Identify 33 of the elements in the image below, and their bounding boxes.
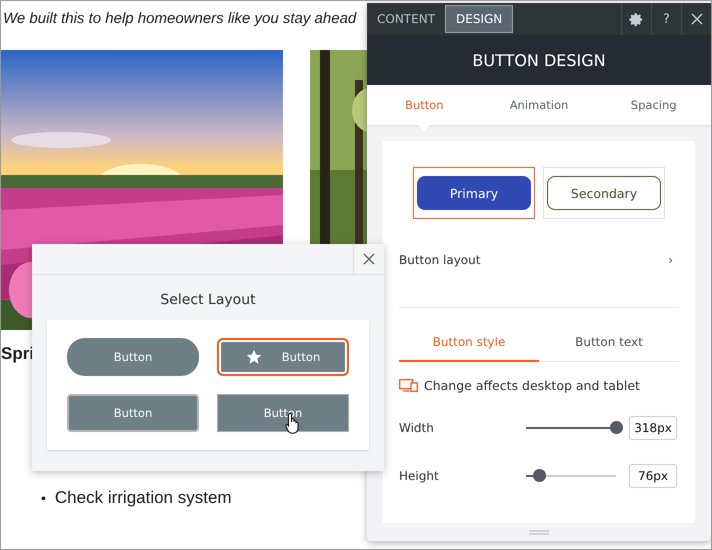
intro-text: We built this to help homeowners like you stay ahead <box>3 9 356 29</box>
panel-tab[interactable]: CONTENT <box>367 3 446 35</box>
close-icon <box>363 253 375 265</box>
chevron[interactable]: › <box>668 253 679 267</box>
bullet-marker: • <box>41 489 46 508</box>
bullet-text: Check irrigation system <box>54 487 232 509</box>
slider-thumb[interactable] <box>533 469 546 482</box>
grip-icon[interactable] <box>529 530 549 534</box>
section-tab[interactable]: Animation <box>482 85 596 125</box>
slider[interactable] <box>523 469 619 483</box>
button-preview: Primary <box>417 176 531 210</box>
slider-label: Width <box>399 421 435 435</box>
button-preview: Secondary <box>547 176 661 210</box>
variant-option[interactable]: Secondary <box>543 167 665 219</box>
settings-icon <box>629 12 644 26</box>
panel-tab[interactable]: DESIGN <box>445 5 514 33</box>
panel-title: BUTTON DESIGN <box>367 35 711 85</box>
slider-label: Height <box>399 469 440 483</box>
devices-icon <box>399 379 418 392</box>
layout-option[interactable]: Button <box>67 394 199 432</box>
dialog-title: Select Layout <box>159 291 257 310</box>
layout-option[interactable]: Button <box>67 338 199 376</box>
variant-option[interactable]: Primary <box>413 167 535 219</box>
slider-thumb[interactable] <box>610 421 622 434</box>
close-icon <box>690 13 702 25</box>
section-tab[interactable]: Spacing <box>596 85 711 125</box>
style-tab[interactable]: Button text <box>539 332 679 362</box>
layout-option[interactable]: Button <box>217 338 349 376</box>
star-icon <box>246 349 262 365</box>
notice-text: Change affects desktop and tablet <box>424 378 640 393</box>
button-layout-label[interactable]: Button layout <box>399 253 480 267</box>
value-field[interactable]: 318px <box>629 416 677 440</box>
value-field[interactable]: 76px <box>629 464 677 488</box>
